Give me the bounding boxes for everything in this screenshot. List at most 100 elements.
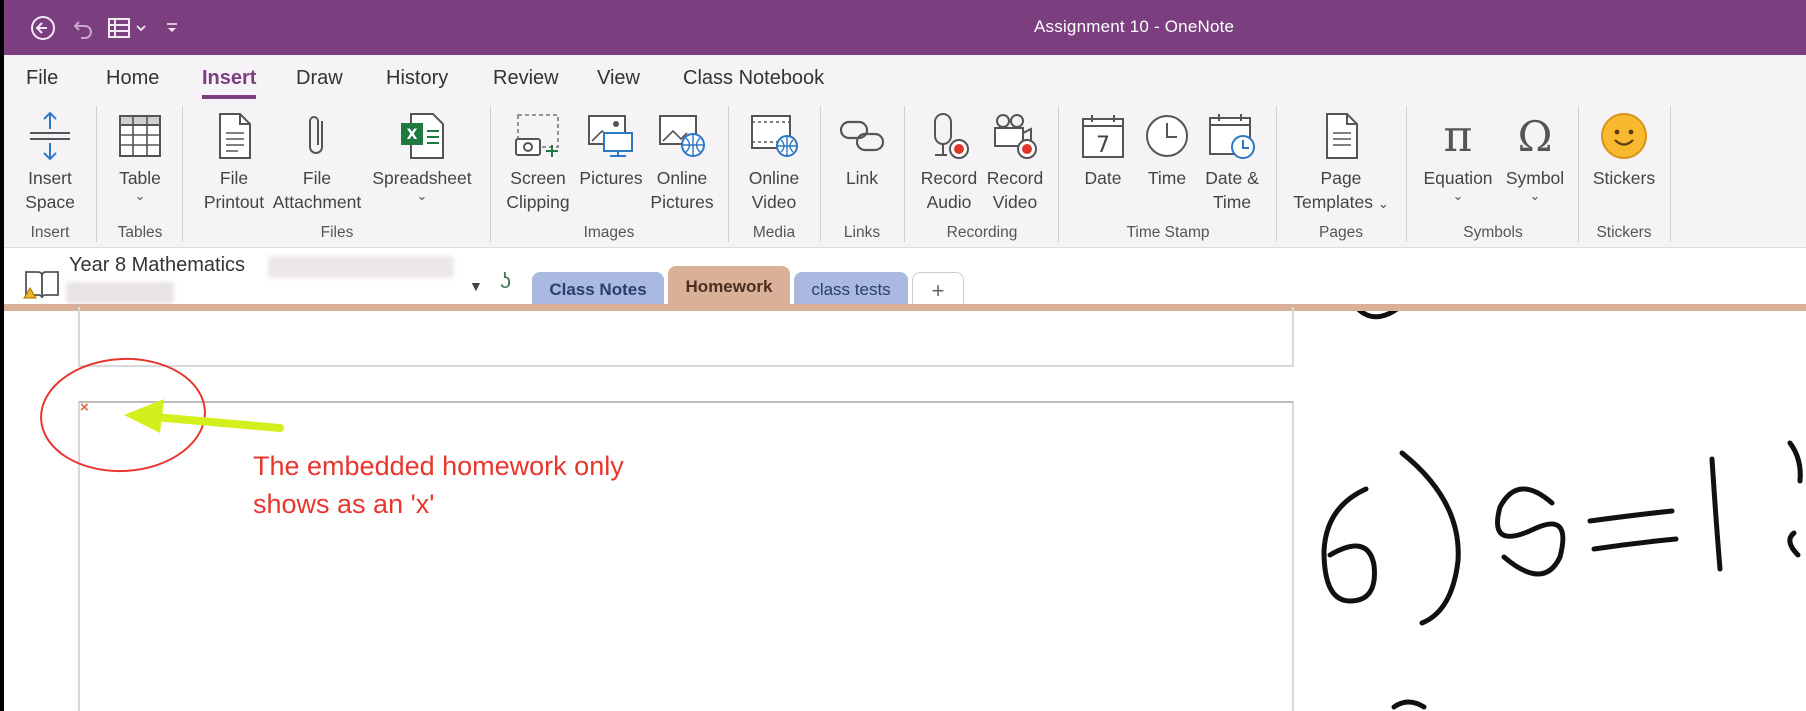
smiley-icon (1596, 108, 1652, 164)
insert-space-icon (22, 108, 78, 164)
stickers-button[interactable]: Stickers (1588, 108, 1660, 190)
record-audio-label: Record Audio (920, 168, 978, 212)
ink-overlay (40, 311, 1803, 710)
date-time-button[interactable]: Date & Time (1198, 108, 1266, 214)
view-icon[interactable] (106, 14, 152, 42)
group-separator (1578, 106, 1579, 242)
record-video-label: Record Video (986, 168, 1044, 212)
spreadsheet-label: Spreadsheet (372, 168, 472, 188)
chevron-down-icon: ⌄ (1377, 196, 1389, 211)
online-pictures-button[interactable]: Online Pictures (648, 108, 716, 214)
symbol-button[interactable]: Ω Symbol ⌄ (1500, 108, 1570, 203)
undo-icon[interactable] (68, 14, 98, 42)
notebook-icon[interactable] (22, 268, 62, 307)
tab-review[interactable]: Review (493, 67, 559, 90)
insert-space-label: Insert Space (25, 168, 75, 212)
onenote-window: Assignment 10 - OneNote File Home Insert… (4, 0, 1806, 711)
page-canvas[interactable]: × The embedded homework only shows as an… (4, 307, 1806, 711)
group-separator (1670, 106, 1671, 242)
tab-history[interactable]: History (386, 67, 448, 90)
menu-bar: File Home Insert Draw History Review Vie… (4, 55, 1806, 100)
tab-file[interactable]: File (26, 67, 58, 90)
add-section-button[interactable]: + (912, 272, 964, 308)
online-pictures-icon (654, 108, 710, 164)
group-label-pages: Pages (1319, 224, 1363, 241)
date-button[interactable]: 7 Date (1070, 108, 1136, 190)
group-label-images: Images (583, 224, 635, 241)
tab-home[interactable]: Home (106, 67, 159, 90)
group-label-recording: Recording (946, 224, 1018, 241)
section-tab-class-notes[interactable]: Class Notes (532, 272, 664, 308)
group-separator (182, 106, 183, 242)
chevron-down-icon: ⌄ (1452, 188, 1464, 203)
record-audio-button[interactable]: Record Audio (916, 108, 982, 214)
video-camera-icon (987, 108, 1043, 164)
notebook-dropdown-icon[interactable]: ▼ (469, 278, 483, 294)
table-icon (112, 108, 168, 164)
tab-draw[interactable]: Draw (296, 67, 343, 90)
online-video-label: Online Video (748, 168, 800, 212)
ribbon-insert: Insert Space Insert Table ⌄ Tables File … (4, 100, 1806, 248)
table-label: Table (119, 168, 161, 188)
svg-text:X: X (407, 127, 418, 143)
online-pictures-label: Online Pictures (650, 168, 714, 212)
chevron-down-icon: ⌄ (134, 188, 146, 203)
link-button[interactable]: Link (830, 108, 894, 190)
tab-view[interactable]: View (597, 67, 640, 90)
screen-clipping-button[interactable]: Screen Clipping (502, 108, 574, 214)
file-printout-label: File Printout (203, 168, 265, 212)
pictures-button[interactable]: Pictures (578, 108, 644, 190)
group-label-tables: Tables (117, 224, 163, 241)
spreadsheet-button[interactable]: X Spreadsheet ⌄ (366, 108, 478, 202)
pi-icon: π (1443, 110, 1473, 162)
chevron-down-icon: ⌄ (416, 188, 428, 203)
back-icon[interactable] (28, 14, 58, 42)
group-label-symbols: Symbols (1463, 224, 1523, 241)
omega-icon: Ω (1517, 111, 1553, 161)
screen-clipping-icon (510, 108, 566, 164)
group-separator (1406, 106, 1407, 242)
online-video-icon (746, 108, 802, 164)
group-separator (96, 106, 97, 242)
pictures-icon (583, 108, 639, 164)
insert-space-button[interactable]: Insert Space (20, 108, 80, 214)
date-time-label: Date & Time (1205, 168, 1259, 212)
page-templates-label: Page Templates ⌄ (1293, 168, 1389, 212)
tab-class-notebook[interactable]: Class Notebook (683, 67, 824, 90)
section-tab-class-tests[interactable]: class tests (794, 272, 908, 308)
redacted-notebook-suffix (268, 256, 454, 278)
symbol-label: Symbol (1505, 168, 1565, 188)
group-separator (904, 106, 905, 242)
file-printout-button[interactable]: File Printout (196, 108, 272, 214)
record-video-button[interactable]: Record Video (982, 108, 1048, 214)
pictures-label: Pictures (579, 168, 643, 188)
link-icon (834, 108, 890, 164)
clock-icon (1139, 108, 1195, 164)
group-label-time-stamp: Time Stamp (1126, 224, 1210, 241)
annotation-circle (40, 357, 206, 473)
notebook-name[interactable]: Year 8 Mathematics (69, 254, 245, 277)
window-title: Assignment 10 - OneNote (1034, 17, 1235, 36)
time-button[interactable]: Time (1136, 108, 1198, 190)
group-separator (820, 106, 821, 242)
page-templates-button[interactable]: Page Templates ⌄ (1286, 108, 1396, 216)
group-separator (1058, 106, 1059, 242)
customize-icon[interactable] (160, 14, 184, 42)
tab-insert[interactable]: Insert (202, 67, 256, 90)
group-label-links: Links (843, 224, 881, 241)
equation-button[interactable]: π Equation ⌄ (1416, 108, 1500, 203)
chevron-down-icon: ⌄ (1529, 188, 1541, 203)
excel-icon: X (394, 108, 450, 164)
group-label-stickers: Stickers (1596, 224, 1652, 241)
link-label: Link (845, 168, 879, 188)
section-tab-homework[interactable]: Homework (668, 266, 790, 308)
table-button[interactable]: Table ⌄ (108, 108, 172, 202)
svg-text:7: 7 (1096, 133, 1110, 158)
date-label: Date (1084, 168, 1122, 188)
file-attachment-button[interactable]: File Attachment (273, 108, 361, 214)
time-label: Time (1147, 168, 1187, 188)
group-separator (728, 106, 729, 242)
sync-icon[interactable]: ʖ (500, 268, 511, 294)
equation-label: Equation (1423, 168, 1493, 188)
online-video-button[interactable]: Online Video (738, 108, 810, 214)
